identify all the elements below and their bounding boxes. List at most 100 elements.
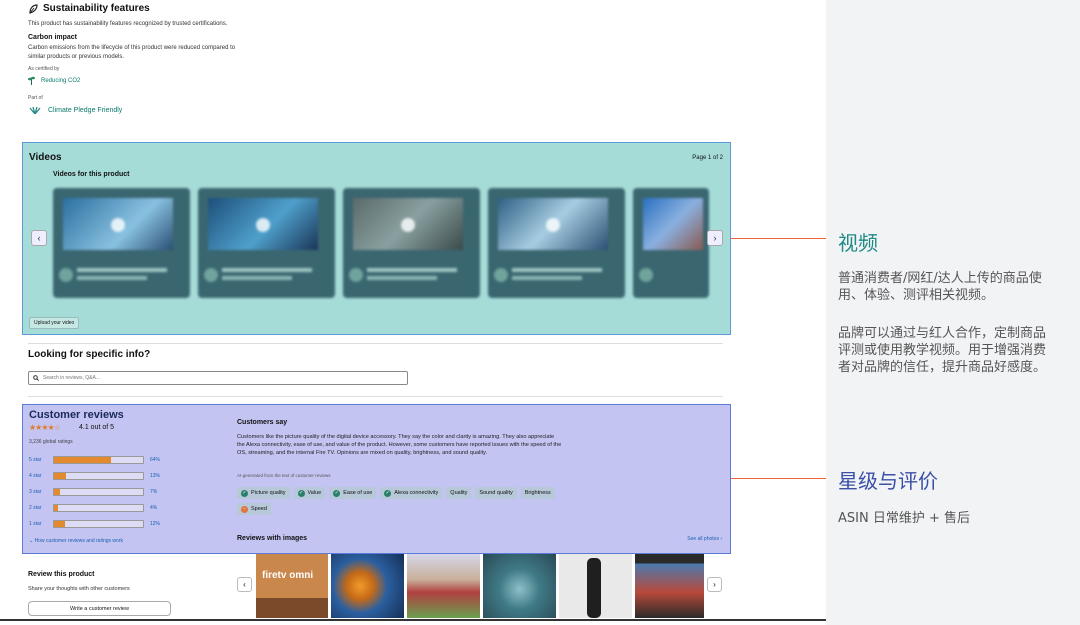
star-histogram-row[interactable]: 3 star 7%	[29, 487, 164, 497]
sustainability-description: This product has sustainability features…	[28, 21, 228, 27]
aspect-chip[interactable]: ✓ Ease of use	[329, 487, 377, 499]
customer-reviews-title: Customer reviews	[29, 409, 124, 421]
product-page-screenshot: Sustainability features This product has…	[0, 0, 826, 625]
video-thumbnail[interactable]	[488, 188, 625, 298]
video-connector-line	[731, 238, 830, 239]
review-image[interactable]	[483, 554, 556, 618]
search-icon	[33, 375, 39, 381]
climate-pledge-icon	[29, 106, 41, 114]
reducing-co2-link[interactable]: Reducing CO2	[28, 76, 388, 85]
write-review-button[interactable]: Write a customer review	[28, 601, 171, 616]
aspect-chip[interactable]: − Speed	[237, 503, 271, 515]
global-ratings-count: 3,236 global ratings	[29, 439, 73, 445]
review-image-text: firetv omni	[262, 570, 314, 581]
video-thumbnail[interactable]	[53, 188, 190, 298]
carbon-impact-description: Carbon emissions from the lifecycle of t…	[28, 45, 236, 60]
rating-bar-fill	[54, 489, 61, 495]
rating-bar	[53, 488, 144, 496]
video-annotation-text-1: 普通消费者/网红/达人上传的商品使用、体验、测评相关视频。	[838, 271, 1042, 303]
check-icon: ✓	[241, 489, 248, 497]
review-search-input[interactable]: Search in reviews, Q&A...	[28, 371, 408, 385]
videos-subtitle: Videos for this product	[53, 171, 130, 178]
star-label: 3 star	[29, 489, 42, 495]
search-placeholder: Search in reviews, Q&A...	[43, 375, 100, 381]
rating-bar-fill	[54, 521, 65, 527]
videos-section: Videos Page 1 of 2 Videos for this produ…	[22, 142, 731, 335]
videos-prev-button[interactable]: ‹	[31, 230, 47, 246]
aspect-chip-label: Ease of use	[343, 490, 373, 496]
videos-next-button[interactable]: ›	[707, 230, 723, 246]
rating-bar	[53, 472, 144, 480]
climate-pledge-link[interactable]: Climate Pledge Friendly	[28, 106, 388, 114]
aspect-chip-label: Sound quality	[479, 490, 513, 496]
minus-icon: −	[241, 505, 248, 513]
rating-bar	[53, 520, 144, 528]
videos-page-indicator: Page 1 of 2	[692, 155, 723, 161]
looking-for-info-title: Looking for specific info?	[28, 349, 151, 360]
certified-by-label: As certified by	[28, 66, 60, 72]
ai-generated-note: AI-generated from the text of customer r…	[237, 473, 331, 478]
star-rating-icon: ★★★★☆	[29, 423, 61, 432]
check-icon: ✓	[333, 489, 341, 497]
review-this-product-title: Review this product	[28, 571, 95, 578]
review-image[interactable]	[331, 554, 404, 618]
see-all-photos-link[interactable]: See all photos ›	[687, 536, 722, 542]
aspect-chip-label: Picture quality	[251, 490, 286, 496]
review-image[interactable]: firetv omni	[256, 554, 328, 618]
aspect-chip[interactable]: ✓ Picture quality	[237, 487, 290, 499]
review-image[interactable]	[559, 554, 632, 618]
bottom-rule	[0, 619, 826, 621]
carbon-impact-title: Carbon impact	[28, 34, 78, 41]
check-icon: ✓	[297, 489, 305, 497]
seedling-icon	[28, 76, 35, 85]
rating-bar-fill	[54, 457, 111, 463]
aspect-chip[interactable]: Sound quality	[475, 487, 517, 499]
aspect-chip-label: Quality	[450, 490, 468, 496]
aspect-chip[interactable]: Brightness	[520, 487, 555, 499]
divider	[28, 396, 723, 397]
aspect-chip-label: Value	[307, 490, 322, 496]
video-annotation-text-2: 品牌可以通过与红人合作，定制商品评测或使用教学视频。用于增强消费者对品牌的信任，…	[838, 326, 1047, 375]
annotation-panel	[826, 0, 1080, 625]
sustainability-heading: Sustainability features	[28, 3, 388, 14]
part-of-label: Part of	[28, 95, 43, 101]
star-label: 5 star	[29, 457, 42, 463]
star-percent: 4%	[150, 505, 158, 511]
aspect-chip[interactable]: ✓ Value	[293, 487, 326, 499]
aspect-chip[interactable]: ✓ Alexa connectivity	[380, 487, 443, 499]
star-percent: 12%	[150, 521, 161, 527]
how-reviews-work-label: How customer reviews and ratings work	[34, 538, 123, 544]
aspect-chip-label: Alexa connectivity	[394, 490, 439, 496]
customers-say-text: Customers like the picture quality of th…	[237, 434, 562, 456]
aspect-chip-label: Speed	[251, 506, 267, 512]
gallery-next-button[interactable]: ›	[707, 577, 722, 592]
star-percent: 13%	[150, 473, 161, 479]
customers-say-title: Customers say	[237, 419, 288, 426]
upload-video-button[interactable]: Upload your video	[29, 317, 80, 329]
videos-title: Videos	[29, 152, 62, 163]
star-histogram-row[interactable]: 1 star 12%	[29, 519, 164, 529]
video-thumbnail[interactable]	[633, 188, 709, 298]
divider	[28, 343, 723, 344]
reducing-co2-label: Reducing CO2	[41, 77, 81, 84]
average-rating: 4.1 out of 5	[79, 424, 115, 431]
video-thumbnail[interactable]	[198, 188, 335, 298]
review-image[interactable]	[407, 554, 480, 618]
gallery-prev-button[interactable]: ‹	[237, 577, 252, 592]
aspect-chip[interactable]: Quality	[446, 487, 472, 499]
star-histogram-row[interactable]: 5 star 64%	[29, 455, 164, 465]
star-label: 2 star	[29, 505, 42, 511]
sustainability-title: Sustainability features	[43, 3, 150, 14]
video-thumbnail[interactable]	[343, 188, 480, 298]
how-reviews-work-link[interactable]: ⌄ How customer reviews and ratings work	[29, 538, 123, 544]
review-annotation-text: ASIN 日常维护 + 售后	[838, 511, 970, 526]
star-histogram-row[interactable]: 2 star 4%	[29, 503, 164, 513]
review-connector-line	[731, 478, 830, 479]
star-histogram-row[interactable]: 4 star 13%	[29, 471, 164, 481]
climate-pledge-label: Climate Pledge Friendly	[48, 106, 123, 114]
share-thoughts-text: Share your thoughts with other customers	[28, 586, 130, 592]
review-image[interactable]	[635, 554, 704, 618]
rating-bar	[53, 504, 144, 512]
customer-reviews-section: Customer reviews ★★★★☆ 4.1 out of 5 3,23…	[22, 404, 731, 554]
sustainability-section: Sustainability features This product has…	[28, 3, 388, 114]
